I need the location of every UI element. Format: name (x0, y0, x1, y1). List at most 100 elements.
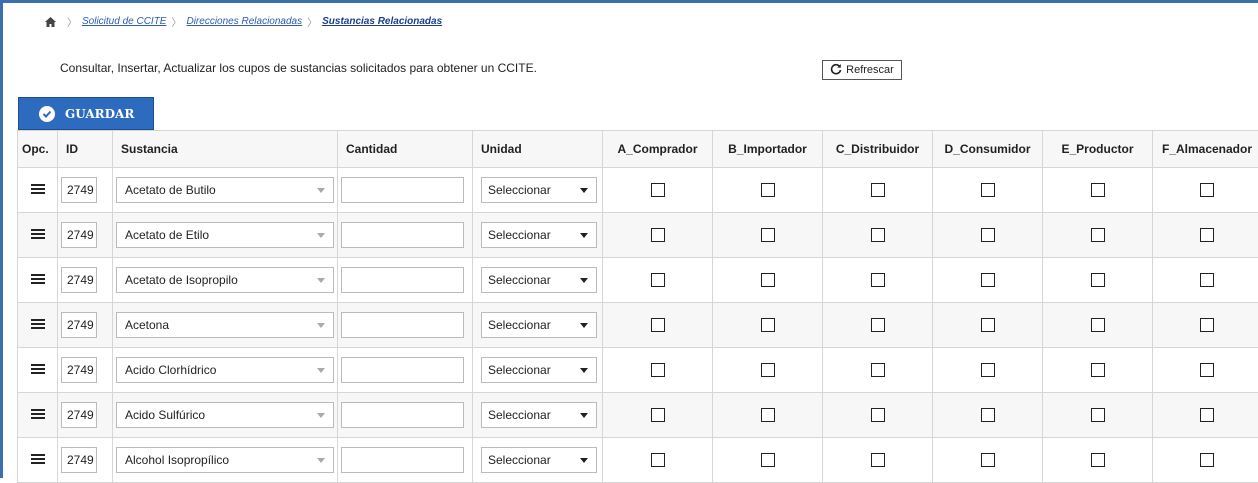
menu-icon[interactable] (31, 407, 45, 421)
menu-icon[interactable] (31, 227, 45, 241)
menu-icon[interactable] (31, 317, 45, 331)
e-productor-checkbox[interactable] (1091, 318, 1105, 332)
b-importador-checkbox[interactable] (761, 273, 775, 287)
f-almacenador-checkbox[interactable] (1200, 363, 1214, 377)
unidad-value: Seleccionar (488, 183, 551, 197)
a-comprador-checkbox[interactable] (651, 273, 665, 287)
e-productor-checkbox[interactable] (1091, 408, 1105, 422)
f-almacenador-checkbox[interactable] (1200, 183, 1214, 197)
f-almacenador-checkbox[interactable] (1200, 453, 1214, 467)
a-comprador-checkbox[interactable] (651, 363, 665, 377)
row-unidad-cell: Seleccionar (473, 258, 603, 303)
sustancia-select[interactable]: Acetato de Etilo (116, 222, 334, 248)
f-almacenador-checkbox[interactable] (1200, 408, 1214, 422)
id-field[interactable]: 2749 (61, 402, 97, 428)
cantidad-input[interactable] (341, 312, 464, 338)
unidad-select[interactable]: Seleccionar (481, 222, 597, 248)
id-field[interactable]: 2749 (61, 267, 97, 293)
cantidad-input[interactable] (341, 222, 464, 248)
cantidad-input[interactable] (341, 357, 464, 383)
c-distribuidor-checkbox[interactable] (871, 363, 885, 377)
header-unidad: Unidad (473, 131, 603, 168)
a-comprador-checkbox[interactable] (651, 318, 665, 332)
d-consumidor-checkbox[interactable] (981, 363, 995, 377)
sustancia-select[interactable]: Acetona (116, 312, 334, 338)
f-almacenador-checkbox[interactable] (1200, 228, 1214, 242)
row-c-distribuidor-cell (823, 258, 933, 303)
a-comprador-checkbox[interactable] (651, 228, 665, 242)
breadcrumb-separator: 〉 (67, 14, 77, 29)
c-distribuidor-checkbox[interactable] (871, 228, 885, 242)
sustancia-select[interactable]: Acetato de Isopropilo (116, 267, 334, 293)
cantidad-input[interactable] (341, 402, 464, 428)
menu-icon[interactable] (31, 452, 45, 466)
d-consumidor-checkbox[interactable] (981, 453, 995, 467)
f-almacenador-checkbox[interactable] (1200, 273, 1214, 287)
save-button[interactable]: GUARDAR (18, 97, 154, 130)
sustancia-value: Acetona (125, 318, 169, 332)
row-sustancia-cell: Acetato de Etilo (113, 213, 338, 258)
table-header-row: Opc. ID Sustancia Cantidad Unidad A_Comp… (18, 131, 1258, 168)
e-productor-checkbox[interactable] (1091, 228, 1105, 242)
a-comprador-checkbox[interactable] (651, 183, 665, 197)
d-consumidor-checkbox[interactable] (981, 318, 995, 332)
sustancia-select[interactable]: Acido Clorhídrico (116, 357, 334, 383)
b-importador-checkbox[interactable] (761, 318, 775, 332)
id-field[interactable]: 2749 (61, 177, 97, 203)
table-row: 2749 Acetato de Isopropilo Seleccionar (18, 258, 1258, 303)
d-consumidor-checkbox[interactable] (981, 228, 995, 242)
unidad-select[interactable]: Seleccionar (481, 357, 597, 383)
menu-icon[interactable] (31, 182, 45, 196)
refresh-button[interactable]: Refrescar (822, 60, 902, 80)
b-importador-checkbox[interactable] (761, 183, 775, 197)
breadcrumb-separator: 〉 (171, 14, 181, 29)
c-distribuidor-checkbox[interactable] (871, 183, 885, 197)
row-options-cell (18, 348, 58, 393)
cantidad-input[interactable] (341, 267, 464, 293)
unidad-select[interactable]: Seleccionar (481, 447, 597, 473)
id-field[interactable]: 2749 (61, 447, 97, 473)
unidad-select[interactable]: Seleccionar (481, 312, 597, 338)
a-comprador-checkbox[interactable] (651, 408, 665, 422)
row-options-cell (18, 168, 58, 213)
e-productor-checkbox[interactable] (1091, 183, 1105, 197)
menu-icon[interactable] (31, 362, 45, 376)
e-productor-checkbox[interactable] (1091, 273, 1105, 287)
b-importador-checkbox[interactable] (761, 228, 775, 242)
id-field[interactable]: 2749 (61, 222, 97, 248)
home-icon[interactable] (45, 17, 56, 27)
d-consumidor-checkbox[interactable] (981, 183, 995, 197)
unidad-select[interactable]: Seleccionar (481, 267, 597, 293)
breadcrumb-solicitud[interactable]: Solicitud de CCITE (82, 16, 166, 27)
c-distribuidor-checkbox[interactable] (871, 318, 885, 332)
breadcrumb-direcciones[interactable]: Direcciones Relacionadas (186, 16, 302, 27)
d-consumidor-checkbox[interactable] (981, 408, 995, 422)
breadcrumb-sustancias[interactable]: Sustancias Relacionadas (322, 16, 442, 27)
f-almacenador-checkbox[interactable] (1200, 318, 1214, 332)
unidad-select[interactable]: Seleccionar (481, 177, 597, 203)
e-productor-checkbox[interactable] (1091, 363, 1105, 377)
c-distribuidor-checkbox[interactable] (871, 408, 885, 422)
a-comprador-checkbox[interactable] (651, 453, 665, 467)
cantidad-input[interactable] (341, 447, 464, 473)
unidad-select[interactable]: Seleccionar (481, 402, 597, 428)
sustancia-select[interactable]: Alcohol Isopropílico (116, 447, 334, 473)
d-consumidor-checkbox[interactable] (981, 273, 995, 287)
row-options-cell (18, 258, 58, 303)
row-id-cell: 2749 (58, 393, 113, 438)
c-distribuidor-checkbox[interactable] (871, 273, 885, 287)
b-importador-checkbox[interactable] (761, 408, 775, 422)
sustancia-select[interactable]: Acetato de Butilo (116, 177, 334, 203)
c-distribuidor-checkbox[interactable] (871, 453, 885, 467)
row-sustancia-cell: Acido Sulfúrico (113, 393, 338, 438)
menu-icon[interactable] (31, 272, 45, 286)
row-options-cell (18, 213, 58, 258)
sustancia-select[interactable]: Acido Sulfúrico (116, 402, 334, 428)
id-field[interactable]: 2749 (61, 357, 97, 383)
cantidad-input[interactable] (341, 177, 464, 203)
e-productor-checkbox[interactable] (1091, 453, 1105, 467)
id-field[interactable]: 2749 (61, 312, 97, 338)
b-importador-checkbox[interactable] (761, 363, 775, 377)
row-c-distribuidor-cell (823, 303, 933, 348)
b-importador-checkbox[interactable] (761, 453, 775, 467)
